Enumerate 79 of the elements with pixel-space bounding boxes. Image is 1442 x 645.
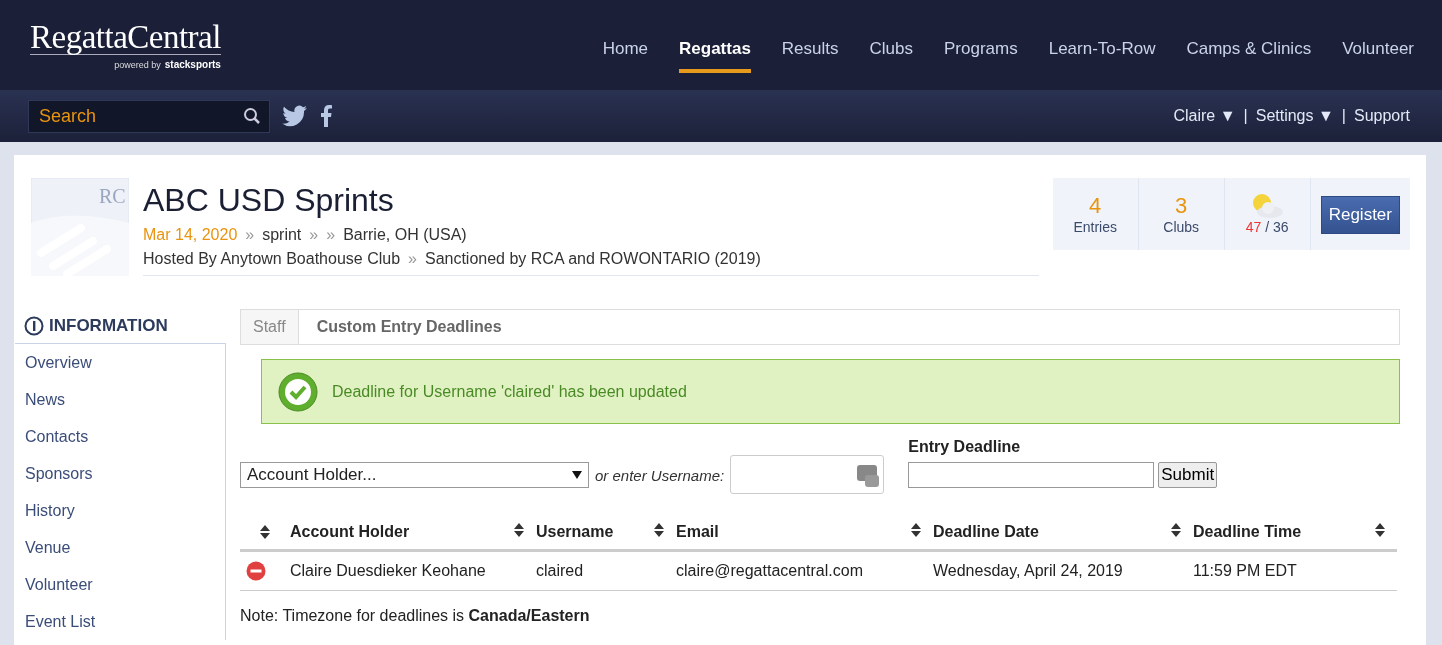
- sidebar-item[interactable]: News: [15, 381, 225, 418]
- nav-tab[interactable]: Camps & Clinics: [1186, 31, 1312, 73]
- logo-name: RegattaCentral: [30, 20, 221, 55]
- user-menu-link[interactable]: Claire ▼: [1173, 107, 1236, 125]
- sidebar-item[interactable]: Contacts: [15, 418, 225, 455]
- column-header[interactable]: Username: [536, 522, 614, 541]
- column-header[interactable]: Account Holder: [290, 522, 410, 541]
- regatta-date: Mar 14, 2020: [143, 225, 238, 245]
- sort-icon[interactable]: [1171, 522, 1181, 537]
- nav-tab[interactable]: Home: [602, 31, 649, 73]
- sort-icon[interactable]: [654, 522, 664, 537]
- letter-f-icon[interactable]: [320, 105, 332, 127]
- sidebar-title: INFORMATION: [49, 316, 168, 336]
- table-cell-text: claired: [536, 562, 585, 580]
- submit-button[interactable]: Submit: [1158, 462, 1218, 488]
- chevron-separator: »: [309, 225, 319, 245]
- nav-tab[interactable]: Learn-To-Row: [1048, 31, 1156, 73]
- nav-tab[interactable]: Regattas: [679, 31, 751, 73]
- breadcrumb-current: Custom Entry Deadlines: [315, 318, 502, 336]
- sanction-text: Sanctioned by RCA and ROWONTARIO (2019): [424, 249, 761, 269]
- deadline-label: Entry Deadline: [908, 438, 1022, 456]
- nav-tab[interactable]: Volunteer: [1342, 31, 1414, 73]
- check-icon: [278, 371, 318, 412]
- account-holder-select[interactable]: Account Holder...: [240, 462, 589, 488]
- info-icon: [24, 316, 44, 336]
- sidebar-item[interactable]: Venue: [15, 529, 225, 566]
- sidebar-item[interactable]: History: [15, 492, 225, 529]
- sort-icon[interactable]: [911, 522, 921, 537]
- sidebar-item[interactable]: Volunteer: [15, 566, 225, 603]
- stat-label: Entries: [1073, 219, 1117, 235]
- alert-message: Deadline for Username 'claired' has been updated: [332, 382, 687, 401]
- sidebar-item[interactable]: Overview: [15, 344, 225, 381]
- stat-label: Clubs: [1163, 219, 1200, 235]
- site-logo[interactable]: RegattaCentral powered by stacksports: [30, 20, 221, 70]
- username-field[interactable]: [730, 455, 885, 494]
- nav-tab[interactable]: Programs: [944, 31, 1018, 73]
- chevron-separator: »: [408, 249, 417, 269]
- search-input[interactable]: Search: [37, 104, 243, 128]
- sort-icon[interactable]: [260, 524, 270, 539]
- search-icon[interactable]: [243, 107, 261, 125]
- regatta-type: sprint: [262, 225, 302, 245]
- host-club: Hosted By Anytown Boathouse Club: [143, 249, 401, 269]
- search-field[interactable]: Search: [28, 99, 270, 133]
- timezone-note: Note: Timezone for deadlines is Canada/Eastern: [240, 607, 591, 625]
- nav-tab[interactable]: Clubs: [869, 31, 913, 73]
- stat-value: 3: [1175, 193, 1188, 219]
- column-header[interactable]: Deadline Date: [933, 522, 1039, 541]
- username-label: or enter Username:: [595, 467, 725, 484]
- menu-separator: |: [1341, 107, 1346, 125]
- deadline-field[interactable]: [908, 462, 1155, 488]
- table-cell-text: Wednesday, April 24, 2019: [933, 562, 1124, 580]
- chevron-separator: »: [245, 225, 255, 245]
- user-menu-link[interactable]: Support: [1353, 107, 1410, 125]
- caret-icon[interactable]: [572, 471, 582, 479]
- partly-cloudy-icon: [1250, 193, 1285, 219]
- chevron-separator: »: [326, 225, 336, 245]
- table-cell-text: claire@regattacentral.com: [676, 562, 864, 580]
- user-menu-link[interactable]: Settings ▼: [1255, 107, 1334, 125]
- column-header[interactable]: Deadline Time: [1193, 522, 1302, 541]
- sort-icon[interactable]: [514, 522, 524, 537]
- high-temperature: 47: [1245, 219, 1262, 235]
- low-temperature: / 36: [1265, 219, 1289, 235]
- stat-value: 4: [1089, 193, 1102, 219]
- bird-icon[interactable]: [282, 105, 308, 127]
- sort-icon[interactable]: [1375, 522, 1385, 537]
- regatta-location: Barrie, OH (USA): [343, 225, 467, 245]
- sidebar-item[interactable]: Sponsors: [15, 455, 225, 492]
- regatta-title: ABC USD Sprints: [143, 182, 395, 219]
- remove-icon[interactable]: [246, 561, 266, 581]
- partner-logo: stacksports: [164, 59, 221, 70]
- menu-separator: |: [1243, 107, 1248, 125]
- table-cell-text: 11:59 PM EDT: [1193, 562, 1298, 580]
- logo-tagline: powered by: [114, 59, 161, 70]
- regatta-logo: RC: [31, 178, 129, 276]
- table-cell-text: Claire Duesdieker Keohane: [290, 562, 487, 580]
- nav-tab[interactable]: Results: [781, 31, 839, 73]
- column-header[interactable]: Email: [676, 522, 719, 541]
- sidebar-item[interactable]: Event List: [15, 603, 225, 640]
- register-button[interactable]: Register: [1320, 196, 1400, 234]
